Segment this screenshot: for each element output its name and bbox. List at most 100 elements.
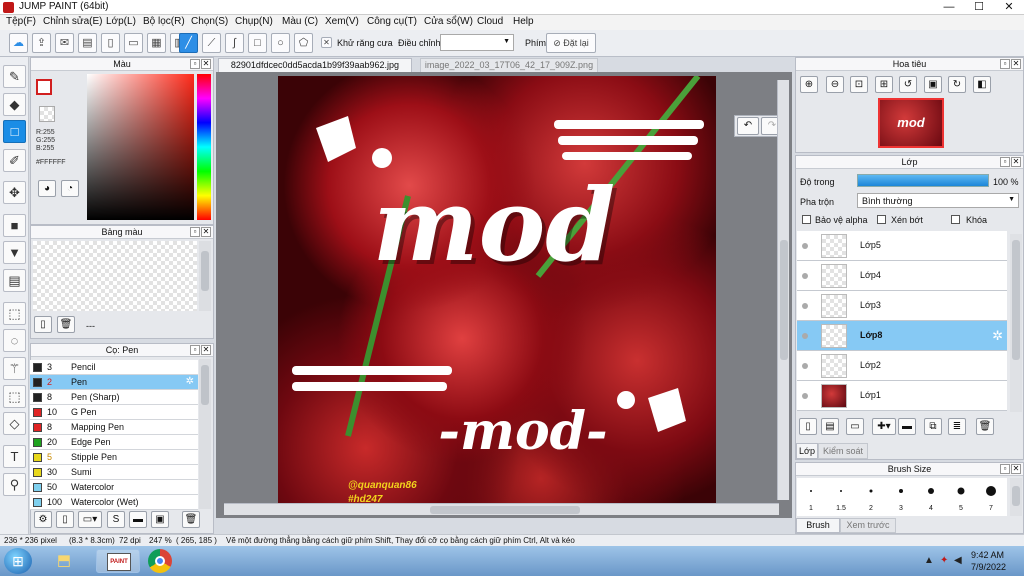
reset-button[interactable]: ⊘ Đặt lại bbox=[546, 33, 596, 53]
rotate-right-icon[interactable]: ↻ bbox=[948, 76, 966, 93]
layer-visibility-icon[interactable] bbox=[802, 243, 808, 249]
select-marquee-icon[interactable]: ⬚ bbox=[3, 302, 26, 325]
brush-size-cell[interactable]: 2 bbox=[857, 478, 885, 516]
comment-icon[interactable]: ▤ bbox=[78, 33, 97, 53]
polyline-icon[interactable]: ⟋ bbox=[202, 33, 221, 53]
canvas-area[interactable]: mod -mod- @quanquan86 #hd247 ↶ ↷ bbox=[216, 72, 792, 518]
layer-group-icon[interactable]: ▬ bbox=[898, 418, 916, 435]
color-picker-icon[interactable]: ◔ bbox=[61, 180, 79, 197]
new-layer-icon[interactable]: ▯ bbox=[799, 418, 817, 435]
layer-row[interactable]: Lớp8 ✲ bbox=[797, 321, 1007, 351]
hue-slider[interactable] bbox=[197, 74, 211, 220]
panel-close-icon[interactable]: ✕ bbox=[1011, 59, 1021, 69]
add-layer-menu-icon[interactable]: ✚▾ bbox=[872, 418, 896, 435]
menu-layer[interactable]: Lớp(L) bbox=[106, 16, 136, 27]
menu-capture[interactable]: Chụp(N) bbox=[235, 16, 273, 27]
panel-detach-icon[interactable]: ▫ bbox=[190, 345, 200, 355]
delete-swatch-icon[interactable]: 🗑 bbox=[57, 316, 75, 333]
tab-brush-preview[interactable]: Xem trước cọ bbox=[840, 518, 896, 543]
lasso-brush-icon[interactable]: ✐ bbox=[3, 149, 26, 172]
brush-size-cell[interactable]: 1 bbox=[797, 478, 825, 516]
reset-view-icon[interactable]: ▣ bbox=[924, 76, 942, 93]
menu-file[interactable]: Tệp(F) bbox=[6, 16, 36, 27]
menu-color[interactable]: Màu (C) bbox=[282, 16, 318, 27]
close-button[interactable]: ✕ bbox=[994, 0, 1024, 15]
brush-row[interactable]: 8 Mapping Pen bbox=[30, 420, 198, 435]
brush-scrollbar[interactable] bbox=[199, 359, 211, 509]
network-icon[interactable]: ✦ bbox=[940, 555, 952, 567]
minimize-button[interactable]: — bbox=[934, 0, 964, 15]
move-icon[interactable]: ✥ bbox=[3, 181, 26, 204]
brush-row[interactable]: 8 Pen (Sharp) bbox=[30, 390, 198, 405]
page-icon[interactable]: ▯ bbox=[101, 33, 120, 53]
curve-icon[interactable]: ∫ bbox=[225, 33, 244, 53]
layer-scrollbar[interactable] bbox=[1010, 234, 1022, 412]
document-icon[interactable]: ▭ bbox=[124, 33, 143, 53]
layer-visibility-icon[interactable] bbox=[802, 333, 808, 339]
panel-close-icon[interactable]: ✕ bbox=[1011, 157, 1021, 167]
select-eraser-icon[interactable]: ◇ bbox=[3, 412, 26, 435]
actual-size-icon[interactable]: ⊞ bbox=[875, 76, 893, 93]
transparent-swatch[interactable] bbox=[39, 106, 55, 122]
menu-edit[interactable]: Chỉnh sửa(E) bbox=[43, 16, 103, 27]
brush-row[interactable]: 20 Edge Pen bbox=[30, 435, 198, 450]
new-swatch-icon[interactable]: ▯ bbox=[34, 316, 52, 333]
zoom-in-icon[interactable]: ⊕ bbox=[800, 76, 818, 93]
tray-icon[interactable]: ▲ bbox=[924, 555, 936, 567]
clip-checkbox[interactable] bbox=[877, 215, 886, 224]
delete-layer-icon[interactable]: 🗑 bbox=[976, 418, 994, 435]
menu-tools[interactable]: Công cụ(T) bbox=[367, 16, 417, 27]
rectangle-icon[interactable]: □ bbox=[248, 33, 267, 53]
ellipse-icon[interactable]: ○ bbox=[271, 33, 290, 53]
tab-document-2[interactable]: image_2022_03_17T06_42_17_909Z.png bbox=[420, 58, 598, 72]
brush-settings-gear-icon[interactable]: ✲ bbox=[186, 376, 194, 387]
brush-size-cell[interactable]: 7 bbox=[977, 478, 1005, 516]
fit-window-icon[interactable]: ⊡ bbox=[850, 76, 868, 93]
lasso-icon[interactable]: ◌ bbox=[3, 329, 26, 352]
palette-icon[interactable]: ◕ bbox=[38, 180, 56, 197]
text-icon[interactable]: T bbox=[3, 445, 26, 468]
layer-row[interactable]: Lớp3 bbox=[797, 291, 1007, 321]
saturation-value-field[interactable] bbox=[87, 74, 194, 220]
layer-row[interactable]: Lớp1 bbox=[797, 381, 1007, 411]
tab-document-1[interactable]: 82901dfdcec0dd5acda1b99f39aab962.jpg bbox=[218, 58, 412, 72]
foreground-color-swatch[interactable] bbox=[36, 79, 52, 95]
layer-visibility-icon[interactable] bbox=[802, 303, 808, 309]
brush-row[interactable]: 3 Pencil bbox=[30, 360, 198, 375]
antialias-checkbox[interactable]: ✕ bbox=[321, 37, 332, 48]
brush-size-cell[interactable]: 5 bbox=[947, 478, 975, 516]
swatch-area[interactable] bbox=[33, 241, 197, 311]
layer-visibility-icon[interactable] bbox=[802, 393, 808, 399]
menu-window[interactable]: Cửa sổ(W) bbox=[424, 16, 473, 27]
rotate-left-icon[interactable]: ↺ bbox=[899, 76, 917, 93]
adjust-select[interactable]: ▼ bbox=[440, 34, 514, 51]
menu-select[interactable]: Chọn(S) bbox=[191, 16, 228, 27]
brush-icon[interactable]: ✎ bbox=[3, 65, 26, 88]
panel-close-icon[interactable]: ✕ bbox=[201, 345, 211, 355]
artwork[interactable]: mod -mod- @quanquan86 #hd247 bbox=[278, 76, 716, 514]
clock-date[interactable]: 7/9/2022 bbox=[971, 562, 1006, 572]
layer-settings-gear-icon[interactable]: ✲ bbox=[992, 328, 1003, 344]
menu-filter[interactable]: Bộ lọc(R) bbox=[143, 16, 185, 27]
copy-brush-icon[interactable]: ▭▾ bbox=[78, 511, 102, 528]
lock-checkbox[interactable] bbox=[951, 215, 960, 224]
volume-icon[interactable]: ◀ bbox=[954, 555, 966, 567]
zoom-out-icon[interactable]: ⊖ bbox=[826, 76, 844, 93]
jump-paint-taskbar-button[interactable]: PAINT bbox=[96, 549, 140, 573]
brush-size-cell[interactable]: 3 bbox=[887, 478, 915, 516]
explorer-icon[interactable]: ⬒ bbox=[42, 549, 86, 573]
upload-icon[interactable]: ⇪ bbox=[32, 33, 51, 53]
panel-detach-icon[interactable]: ▫ bbox=[1000, 464, 1010, 474]
panel-detach-icon[interactable]: ▫ bbox=[1000, 157, 1010, 167]
layer-row[interactable]: Lớp4 bbox=[797, 261, 1007, 291]
tab-layer[interactable]: Lớp bbox=[796, 443, 818, 459]
duplicate-layer-icon[interactable]: ▭ bbox=[846, 418, 864, 435]
select-rect-icon[interactable]: □ bbox=[3, 120, 26, 143]
swatch-scrollbar[interactable] bbox=[199, 241, 211, 311]
layout-icon[interactable]: ▦ bbox=[147, 33, 166, 53]
panel-close-icon[interactable]: ✕ bbox=[201, 227, 211, 237]
merge-layer-icon[interactable]: ⧉ bbox=[924, 418, 942, 435]
undo-icon[interactable]: ↶ bbox=[737, 117, 759, 135]
tab-brush-size[interactable]: Xem trước cọBrush Size bbox=[796, 518, 840, 543]
brush-size-cell[interactable]: 4 bbox=[917, 478, 945, 516]
